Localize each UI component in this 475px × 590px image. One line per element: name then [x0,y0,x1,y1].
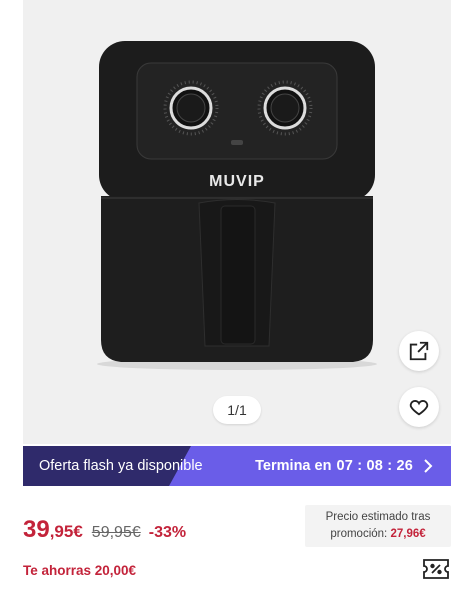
flash-sale-banner[interactable]: Oferta flash ya disponible Termina en 07… [23,446,451,486]
product-image: MUVIP [97,41,377,370]
favorite-button[interactable] [399,387,439,427]
chevron-right-icon [423,459,433,473]
share-button[interactable] [399,331,439,371]
promo-label: promoción: [330,528,388,540]
promo-line-1: Precio estimado tras [325,511,431,523]
coupon-icon [423,559,449,579]
external-share-icon [409,341,429,361]
countdown-timer: 07 : 08 : 26 [336,458,413,474]
flash-countdown: Termina en 07 : 08 : 26 [255,446,433,486]
promo-price: 27,96€ [390,528,426,540]
current-price-integer: 39 [23,516,50,543]
promo-estimate-box: Precio estimado tras promoción: 27,96€ [305,505,451,547]
savings-text: Te ahorras 20,00€ [23,563,137,578]
countdown-label: Termina en [255,458,332,474]
page-indicator: 1/1 [213,396,261,424]
old-price: 59,95€ [91,524,141,541]
promo-line-2: promoción: 27,96€ [305,526,451,543]
discount-badge: -33% [148,524,187,541]
product-gallery[interactable]: MUVIP 1/1 [23,0,451,444]
current-price-decimal: ,95€ [49,522,83,541]
flash-label: Oferta flash ya disponible [39,458,203,474]
price-row: 39 ,95€ 59,95€ -33% [23,516,186,548]
coupon-button[interactable] [422,558,450,580]
heart-outline-icon [409,400,429,416]
brand-logo: MUVIP [209,173,265,190]
